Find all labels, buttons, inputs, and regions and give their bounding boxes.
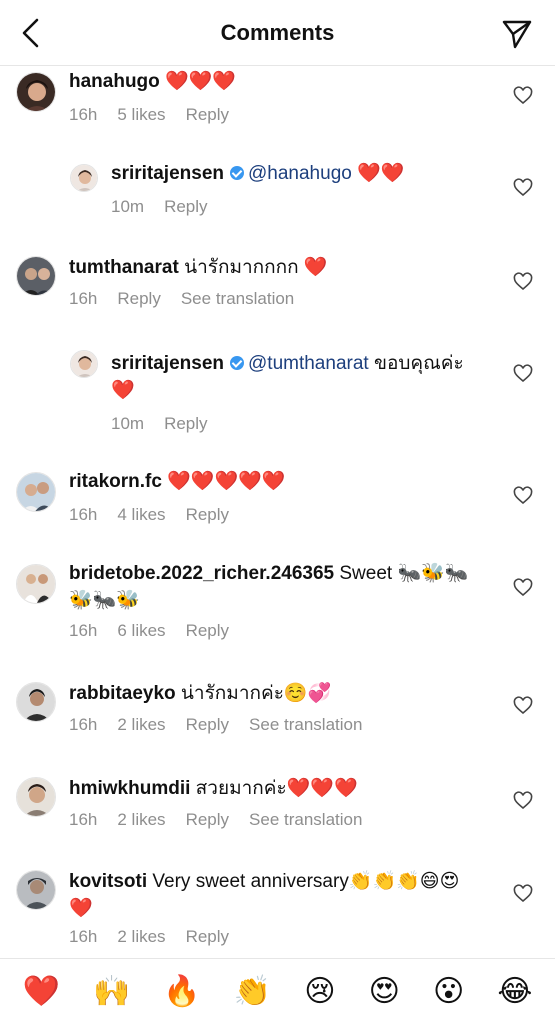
username[interactable]: kovitsoti — [69, 871, 147, 892]
emoji-raised-hands-button[interactable]: 🙌 — [93, 972, 130, 1012]
emoji-heart-eyes-button[interactable]: 😍 — [369, 972, 400, 1012]
emoji-fire-button[interactable]: 🔥 — [163, 972, 200, 1012]
avatar[interactable] — [70, 164, 98, 192]
emoji-crying-button[interactable]: 😢 — [304, 972, 335, 1012]
header-bar: Comments — [0, 0, 555, 66]
emoji-laughing-button[interactable]: 😂 — [497, 972, 532, 1012]
username[interactable]: sriritajensen — [111, 163, 224, 184]
comment-item: ritakorn.fc ❤️❤️❤️❤️❤️ 16h 4 likes Reply — [0, 466, 555, 546]
comments-list[interactable]: hanahugo ❤️❤️❤️ 16h 5 likes Reply sriritaj… — [0, 66, 555, 958]
share-button[interactable] — [501, 18, 533, 50]
comment-meta: 16h 2 likes Reply — [69, 927, 249, 947]
comment-meta: 16h 6 likes Reply — [69, 621, 249, 641]
comment-text: tumthanarat น่ารักมากกกก ❤️ — [69, 257, 328, 278]
mention-link[interactable]: @hanahugo — [248, 163, 352, 184]
comment-text: hanahugo ❤️❤️❤️ — [69, 71, 237, 92]
emoji-surprised-button[interactable]: 😮 — [433, 972, 464, 1012]
username[interactable]: hanahugo — [69, 71, 160, 92]
comment-meta: 16h 2 likes Reply See translation — [69, 715, 382, 735]
timestamp: 10m — [111, 414, 145, 433]
likes-count[interactable]: 2 likes — [117, 810, 165, 829]
comment-meta: 16h 2 likes Reply See translation — [69, 810, 382, 830]
reply-button[interactable]: Reply — [186, 927, 229, 946]
avatar[interactable] — [16, 256, 56, 296]
comment-item: tumthanarat น่ารักมากกกก ❤️ 16h Reply See … — [0, 252, 555, 332]
see-translation-button[interactable]: See translation — [249, 715, 362, 734]
comment-meta: 16h 4 likes Reply — [69, 505, 249, 525]
comment-meta: 10m Reply — [111, 197, 228, 217]
comment-text: sriritajensen @tumthanarat ขอบคุณค่ะ❤️ — [111, 353, 464, 401]
timestamp: 16h — [69, 505, 98, 524]
comment-meta: 16h Reply See translation — [69, 289, 314, 309]
likes-count[interactable]: 2 likes — [117, 927, 165, 946]
likes-count[interactable]: 4 likes — [117, 505, 165, 524]
username[interactable]: hmiwkhumdii — [69, 778, 190, 799]
comment-text: hmiwkhumdii สวยมากค่ะ❤️❤️❤️ — [69, 778, 358, 799]
username[interactable]: ritakorn.fc — [69, 471, 162, 492]
reply-item: sriritajensen @hanahugo ❤️❤️ 10m Reply — [0, 156, 555, 236]
heart-icon[interactable] — [513, 578, 533, 598]
page-title: Comments — [220, 20, 335, 45]
reply-button[interactable]: Reply — [186, 621, 229, 640]
comment-meta: 16h 5 likes Reply — [69, 105, 249, 125]
reply-button[interactable]: Reply — [186, 505, 229, 524]
timestamp: 16h — [69, 810, 98, 829]
comment-item: hmiwkhumdii สวยมากค่ะ❤️❤️❤️ 16h 2 likes Re… — [0, 773, 555, 853]
heart-icon[interactable] — [513, 178, 533, 198]
likes-count[interactable]: 2 likes — [117, 715, 165, 734]
likes-count[interactable]: 5 likes — [117, 105, 165, 124]
avatar[interactable] — [16, 777, 56, 817]
reply-button[interactable]: Reply — [117, 289, 160, 308]
comment-item: bridetobe.2022_richer.246365 Sweet 🐜🐝🐜🐝🐜… — [0, 558, 555, 668]
reply-button[interactable]: Reply — [186, 810, 229, 829]
reply-button[interactable]: Reply — [164, 414, 207, 433]
username[interactable]: bridetobe.2022_richer.246365 — [69, 563, 334, 584]
username[interactable]: tumthanarat — [69, 257, 179, 278]
paper-plane-icon — [502, 20, 532, 49]
heart-icon[interactable] — [513, 486, 533, 506]
heart-icon[interactable] — [513, 272, 533, 292]
avatar[interactable] — [16, 564, 56, 604]
reply-button[interactable]: Reply — [186, 105, 229, 124]
timestamp: 16h — [69, 715, 98, 734]
emoji-reaction-bar: ❤️ 🙌 🔥 👏 😢 😍 😮 😂 — [0, 958, 555, 1024]
heart-icon[interactable] — [513, 791, 533, 811]
verified-badge-icon — [230, 356, 244, 370]
avatar[interactable] — [16, 472, 56, 512]
emoji-clap-button[interactable]: 👏 — [234, 972, 271, 1012]
heart-icon[interactable] — [513, 696, 533, 716]
reply-button[interactable]: Reply — [186, 715, 229, 734]
comment-item: rabbitaeyko น่ารักมากค่ะ☺️💞 16h 2 likes Re… — [0, 678, 555, 758]
avatar[interactable] — [16, 72, 56, 112]
comment-text: kovitsoti Very sweet anniversary👏👏👏😄😍❤️ — [69, 871, 460, 919]
timestamp: 16h — [69, 621, 98, 640]
see-translation-button[interactable]: See translation — [249, 810, 362, 829]
avatar[interactable] — [16, 682, 56, 722]
heart-icon[interactable] — [513, 86, 533, 106]
comment-text: sriritajensen @hanahugo ❤️❤️ — [111, 163, 405, 184]
see-translation-button[interactable]: See translation — [181, 289, 294, 308]
reply-button[interactable]: Reply — [164, 197, 207, 216]
username[interactable]: rabbitaeyko — [69, 683, 176, 704]
comment-meta: 10m Reply — [111, 414, 228, 434]
likes-count[interactable]: 6 likes — [117, 621, 165, 640]
comment-item: kovitsoti Very sweet anniversary👏👏👏😄😍❤️ … — [0, 866, 555, 958]
heart-icon[interactable] — [513, 364, 533, 384]
reply-item: sriritajensen @tumthanarat ขอบคุณค่ะ❤️ 10… — [0, 342, 555, 452]
timestamp: 10m — [111, 197, 145, 216]
mention-link[interactable]: @tumthanarat — [248, 353, 369, 374]
username[interactable]: sriritajensen — [111, 353, 224, 374]
emoji-heart-button[interactable]: ❤️ — [23, 972, 60, 1012]
comment-text: rabbitaeyko น่ารักมากค่ะ☺️💞 — [69, 683, 332, 704]
comment-item: hanahugo ❤️❤️❤️ 16h 5 likes Reply — [0, 66, 555, 146]
verified-badge-icon — [230, 166, 244, 180]
timestamp: 16h — [69, 105, 98, 124]
heart-icon[interactable] — [513, 884, 533, 904]
comment-text: ritakorn.fc ❤️❤️❤️❤️❤️ — [69, 471, 286, 492]
timestamp: 16h — [69, 289, 98, 308]
avatar[interactable] — [16, 870, 56, 910]
comment-text: bridetobe.2022_richer.246365 Sweet 🐜🐝🐜🐝🐜… — [69, 563, 469, 611]
avatar[interactable] — [70, 350, 98, 378]
timestamp: 16h — [69, 927, 98, 946]
